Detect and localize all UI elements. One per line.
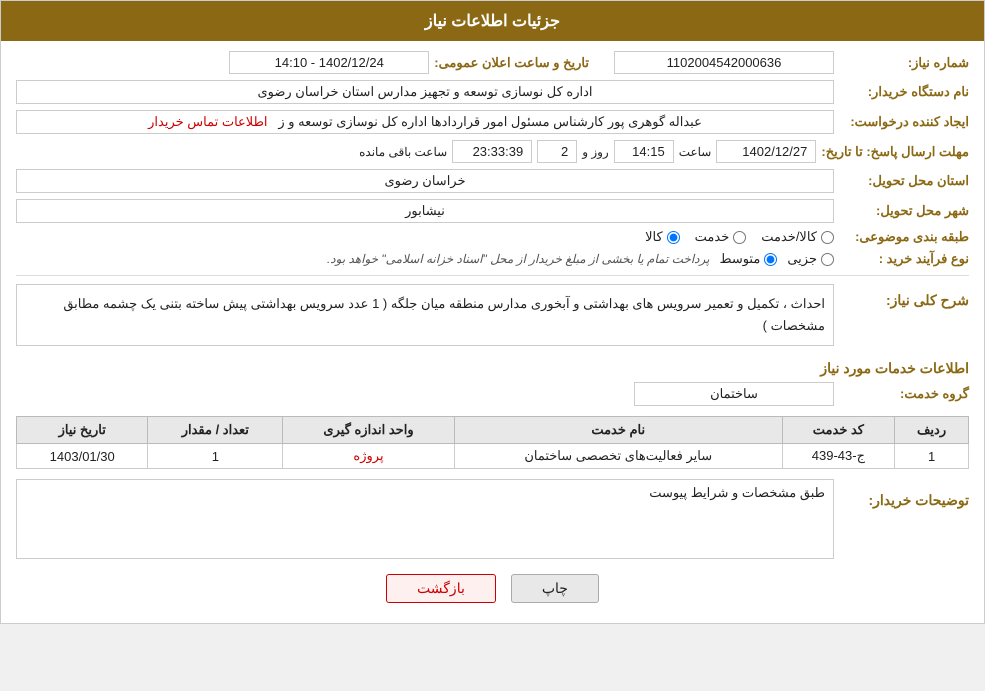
buyer-org-value: اداره کل نوسازی توسعه و تجهیز مدارس استا… [16, 80, 834, 104]
page-container: جزئیات اطلاعات نیاز شماره نیاز: 11020045… [0, 0, 985, 624]
city-label: شهر محل تحویل: [839, 203, 969, 219]
need-number-row: شماره نیاز: 1102004542000636 تاریخ و ساع… [16, 51, 969, 74]
category-label: طبقه بندی موضوعی: [839, 229, 969, 245]
col-service-name: نام خدمت [454, 417, 782, 444]
deadline-time-label: ساعت [679, 145, 712, 159]
back-button[interactable]: بازگشت [386, 574, 496, 603]
category-row: طبقه بندی موضوعی: کالا/خدمت خدمت کالا [16, 229, 969, 245]
process-row: نوع فرآیند خرید : جزیی متوسط پرداخت تمام… [16, 251, 969, 267]
province-row: استان محل تحویل: خراسان رضوی [16, 169, 969, 193]
content-area: شماره نیاز: 1102004542000636 تاریخ و ساع… [1, 41, 984, 623]
category-option-kala[interactable]: کالا [645, 229, 680, 245]
process-note: پرداخت تمام یا بخشی از مبلغ خریدار از مح… [327, 252, 710, 266]
deadline-days-label: روز و [582, 145, 609, 159]
print-button[interactable]: چاپ [511, 574, 599, 603]
table-row: 1ج-43-439سایر فعالیت‌های تخصصی ساختمانپر… [17, 444, 969, 469]
service-group-row: گروه خدمت: ساختمان [16, 382, 969, 406]
buyer-notes-section: توضیحات خریدار: طبق مشخصات و شرایط پیوست [16, 479, 969, 559]
deadline-date-value: 1402/12/27 [716, 140, 816, 163]
category-option-khedmat[interactable]: خدمت [695, 229, 747, 245]
description-row: شرح کلی نیاز: احداث ، تکمیل و تعمیر سروی… [16, 284, 969, 352]
description-text: احداث ، تکمیل و تعمیر سرویس های بهداشتی … [16, 284, 834, 346]
process-option-jozi[interactable]: جزیی [787, 251, 834, 267]
deadline-days-value: 2 [537, 140, 577, 163]
radio-label-kala: کالا [645, 229, 663, 245]
deadline-time-value: 14:15 [614, 140, 674, 163]
radio-label-kala-khedmat: کالا/خدمت [761, 229, 817, 245]
radio-motavas[interactable] [764, 253, 777, 266]
need-number-value: 1102004542000636 [614, 51, 834, 74]
city-value: نیشابور [16, 199, 834, 223]
services-section-title: اطلاعات خدمات مورد نیاز [16, 360, 969, 377]
radio-kala[interactable] [667, 231, 680, 244]
col-date: تاریخ نیاز [17, 417, 148, 444]
requester-contact-link[interactable]: اطلاعات تماس خریدار [148, 114, 267, 129]
deadline-remaining-label: ساعت باقی مانده [359, 145, 447, 159]
col-unit: واحد اندازه گیری [283, 417, 455, 444]
province-label: استان محل تحویل: [839, 173, 969, 189]
requester-row: ایجاد کننده درخواست: عبداله گوهری پور کا… [16, 110, 969, 134]
deadline-row: مهلت ارسال پاسخ: تا تاریخ: 1402/12/27 سا… [16, 140, 969, 163]
col-row-num: ردیف [895, 417, 969, 444]
announce-time-value: 1402/12/24 - 14:10 [229, 51, 429, 74]
buyer-notes-box: طبق مشخصات و شرایط پیوست [16, 479, 834, 559]
services-table-container: ردیف کد خدمت نام خدمت واحد اندازه گیری ت… [16, 416, 969, 469]
col-quantity: تعداد / مقدار [148, 417, 283, 444]
process-option-motavas[interactable]: متوسط [719, 251, 777, 267]
radio-label-khedmat: خدمت [695, 229, 730, 245]
action-buttons: چاپ بازگشت [16, 574, 969, 603]
category-radio-group: کالا/خدمت خدمت کالا [16, 229, 834, 245]
radio-khedmat[interactable] [733, 231, 746, 244]
radio-jozi[interactable] [821, 253, 834, 266]
buyer-org-label: نام دستگاه خریدار: [839, 84, 969, 100]
radio-label-motavas: متوسط [719, 251, 760, 267]
service-group-value: ساختمان [634, 382, 834, 406]
radio-kala-khedmat[interactable] [821, 231, 834, 244]
announce-time-label: تاریخ و ساعت اعلان عمومی: [434, 55, 589, 71]
city-row: شهر محل تحویل: نیشابور [16, 199, 969, 223]
description-label: شرح کلی نیاز: [839, 292, 969, 309]
services-table: ردیف کد خدمت نام خدمت واحد اندازه گیری ت… [16, 416, 969, 469]
page-header: جزئیات اطلاعات نیاز [1, 1, 984, 41]
buyer-org-row: نام دستگاه خریدار: اداره کل نوسازی توسعه… [16, 80, 969, 104]
col-service-code: کد خدمت [782, 417, 894, 444]
buyer-notes-label: توضیحات خریدار: [839, 487, 969, 509]
category-option-kala-khedmat[interactable]: کالا/خدمت [761, 229, 834, 245]
province-value: خراسان رضوی [16, 169, 834, 193]
requester-label: ایجاد کننده درخواست: [839, 114, 969, 130]
process-options: جزیی متوسط پرداخت تمام یا بخشی از مبلغ خ… [16, 251, 834, 267]
table-header-row: ردیف کد خدمت نام خدمت واحد اندازه گیری ت… [17, 417, 969, 444]
deadline-remaining-value: 23:33:39 [452, 140, 532, 163]
buyer-notes-value: طبق مشخصات و شرایط پیوست [649, 485, 825, 500]
service-group-label: گروه خدمت: [839, 386, 969, 402]
page-title: جزئیات اطلاعات نیاز [425, 13, 560, 30]
divider-1 [16, 275, 969, 276]
need-number-label: شماره نیاز: [839, 55, 969, 71]
requester-value: عبداله گوهری پور کارشناس مسئول امور قرار… [16, 110, 834, 134]
radio-label-jozi: جزیی [787, 251, 817, 267]
process-label: نوع فرآیند خرید : [839, 251, 969, 267]
deadline-label: مهلت ارسال پاسخ: تا تاریخ: [821, 144, 969, 160]
